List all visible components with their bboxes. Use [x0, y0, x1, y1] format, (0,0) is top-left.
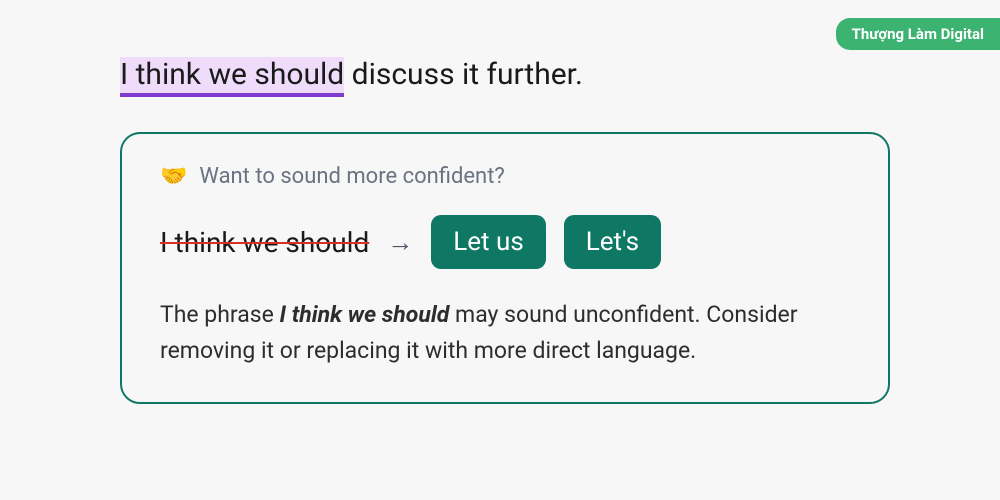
explanation-text: The phrase I think we should may sound u… — [160, 297, 800, 368]
handshake-icon: 🤝 — [160, 164, 187, 189]
option-button-let-us[interactable]: Let us — [431, 215, 546, 269]
arrow-icon: → — [387, 227, 413, 258]
explanation-bold: I think we should — [280, 301, 450, 328]
sentence-rest: discuss it further. — [344, 57, 583, 92]
attribution-badge: Thượng Làm Digital — [836, 18, 1000, 50]
option-button-lets[interactable]: Let's — [564, 215, 661, 269]
original-sentence: I think we should discuss it further. — [120, 55, 890, 94]
highlighted-phrase[interactable]: I think we should — [120, 57, 344, 97]
suggestion-card: 🤝 Want to sound more confident? I think … — [120, 132, 890, 404]
card-title-text: Want to sound more confident? — [199, 164, 504, 189]
card-title-row: 🤝 Want to sound more confident? — [160, 164, 850, 189]
explanation-pre: The phrase — [160, 301, 280, 328]
strike-phrase: I think we should — [160, 226, 369, 259]
replacement-row: I think we should → Let us Let's — [160, 215, 850, 269]
